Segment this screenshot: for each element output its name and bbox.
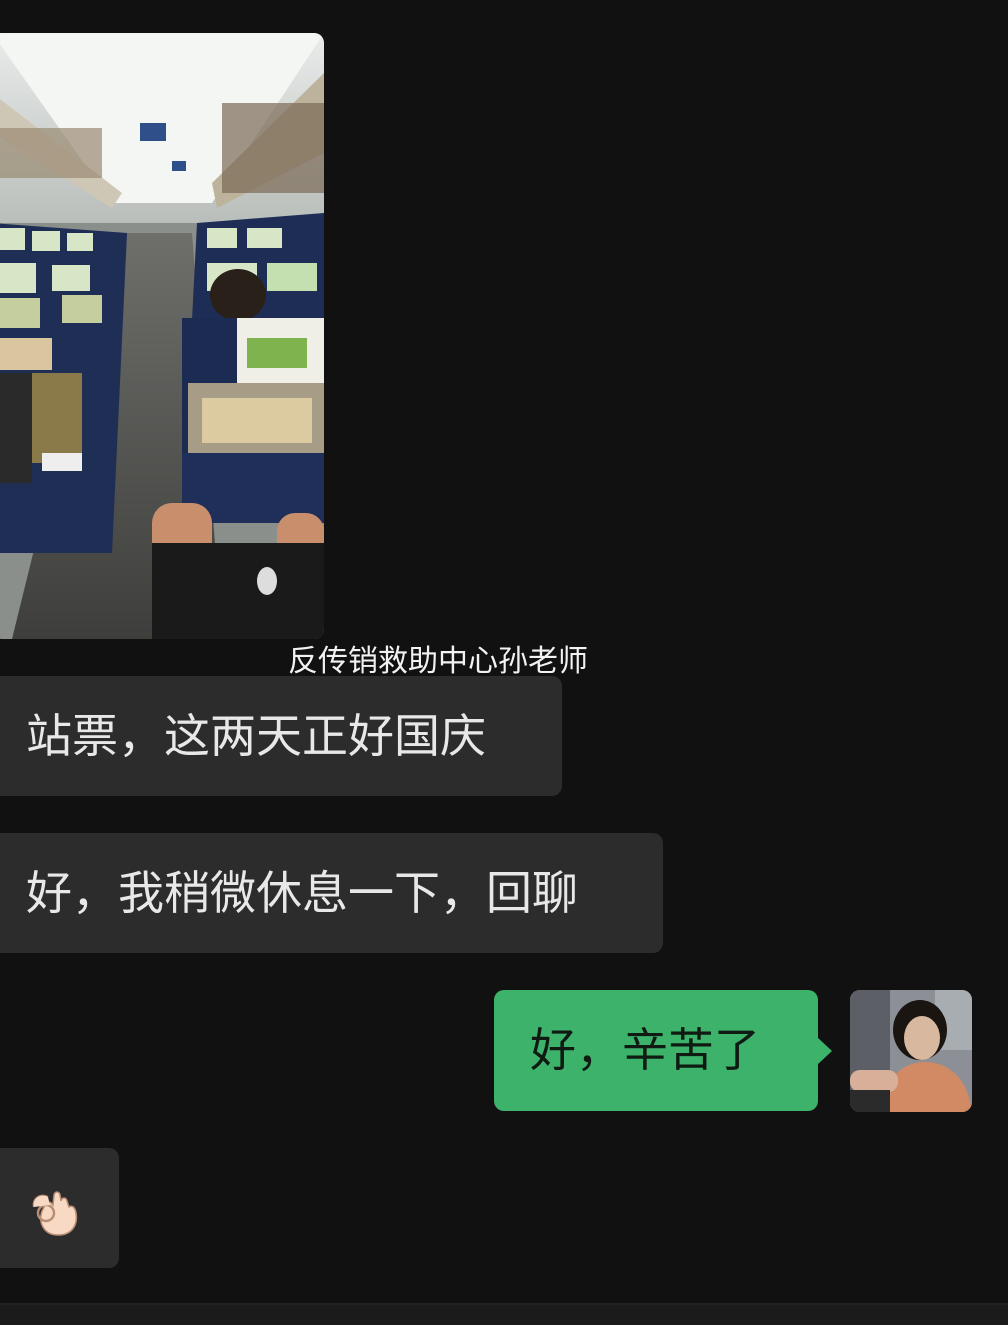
train-interior-image [0, 33, 324, 639]
message-text: 好，辛苦了 [530, 1023, 760, 1077]
message-text: 好，我稍微休息一下，回聊 [26, 866, 578, 920]
chat-window: 反传销救助中心孙老师 站票，这两天正好国庆 好，我稍微休息一下，回聊 好，辛苦了 [0, 0, 1008, 1325]
avatar[interactable] [850, 990, 972, 1112]
train-interior-photo[interactable] [0, 33, 324, 639]
incoming-message[interactable] [0, 1148, 119, 1268]
user-avatar-image [850, 990, 972, 1112]
input-bar-edge [0, 1303, 1008, 1325]
message-text: 站票，这两天正好国庆 [26, 709, 486, 763]
ok-hand-emoji-icon [32, 1191, 78, 1236]
incoming-message[interactable]: 站票，这两天正好国庆 [0, 676, 562, 796]
incoming-message[interactable]: 好，我稍微休息一下，回聊 [0, 833, 663, 953]
outgoing-message[interactable]: 好，辛苦了 [494, 990, 832, 1111]
